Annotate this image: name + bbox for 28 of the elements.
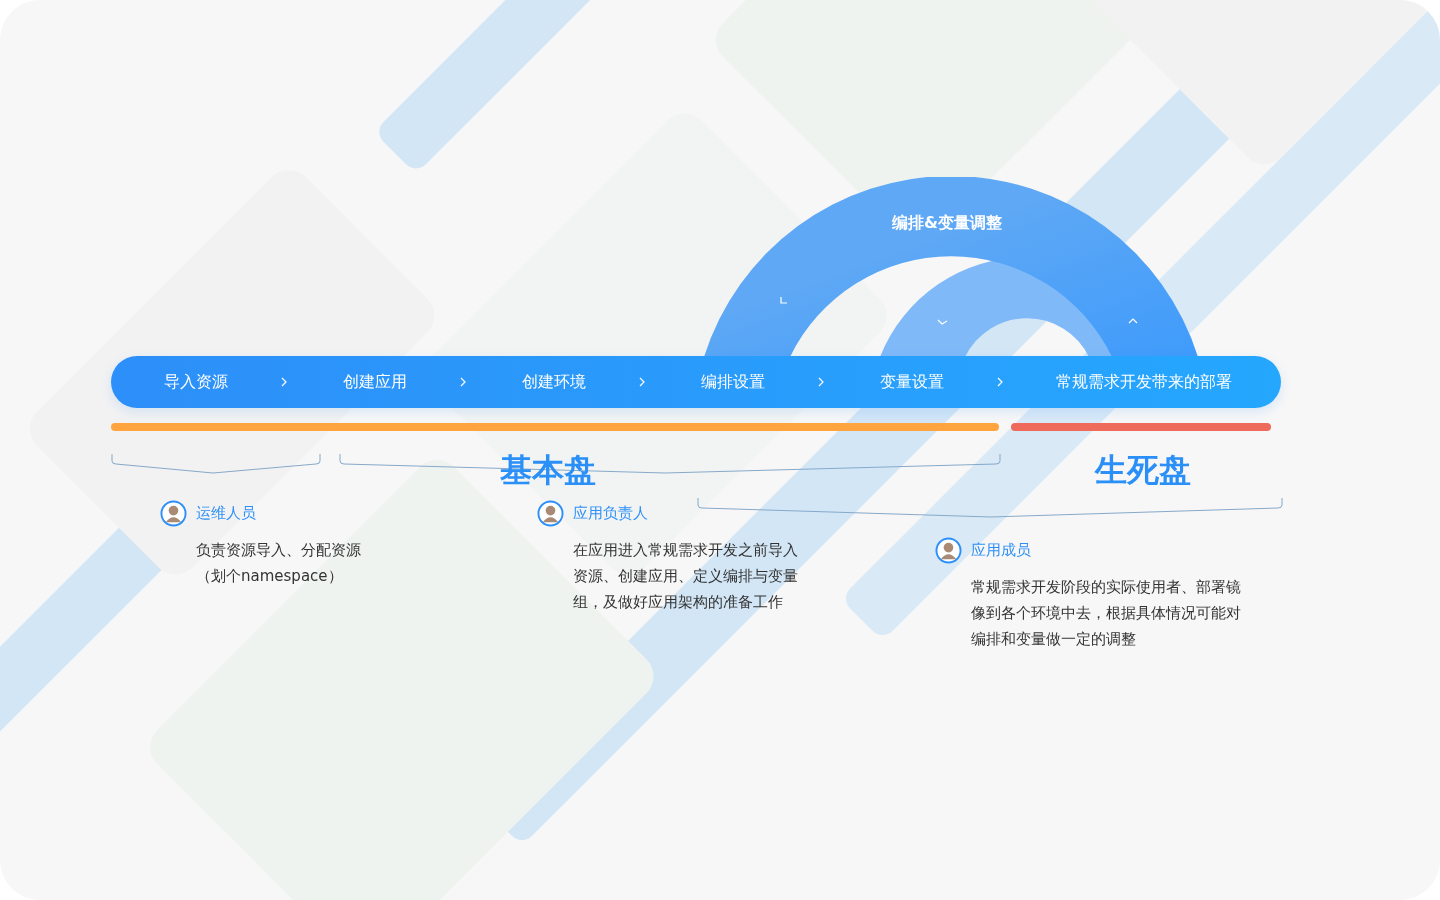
chevron-icon <box>818 377 824 387</box>
avatar <box>537 500 564 527</box>
role-description: 组，及做好应用架构的准备工作 <box>573 592 784 613</box>
role-name: 运维人员 <box>196 504 256 523</box>
chevron-icon <box>460 377 466 387</box>
chevron-icon <box>639 377 645 387</box>
loop-label: 编排&变量调整 <box>892 213 1002 232</box>
role-description: （划个namespace） <box>196 566 344 587</box>
step-label: 创建应用 <box>342 371 408 393</box>
chevron-icon <box>281 377 287 387</box>
phase-title: 基本盘 <box>500 450 596 491</box>
role-description: 负责资源导入、分配资源 <box>196 540 361 561</box>
step-label: 编排设置 <box>700 371 766 393</box>
phase-title: 生死盘 <box>1095 450 1191 491</box>
avatar <box>935 537 962 564</box>
role-description: 资源、创建应用、定义编排与变量 <box>573 566 798 587</box>
role-name: 应用负责人 <box>573 504 648 523</box>
role-description: 像到各个环境中去，根据具体情况可能对 <box>971 603 1241 624</box>
step-label: 变量设置 <box>879 371 945 393</box>
step-label: 创建环境 <box>521 371 587 393</box>
chevron-icon <box>997 377 1003 387</box>
role-name: 应用成员 <box>971 541 1031 560</box>
step-label: 导入资源 <box>163 371 229 393</box>
role-description: 在应用进入常规需求开发之前导入 <box>573 540 798 561</box>
role-description: 编排和变量做一定的调整 <box>971 629 1137 650</box>
role-description: 常规需求开发阶段的实际使用者、部署镜 <box>971 577 1241 598</box>
avatar <box>160 500 187 527</box>
step-label: 常规需求开发带来的部署 <box>1055 371 1232 393</box>
